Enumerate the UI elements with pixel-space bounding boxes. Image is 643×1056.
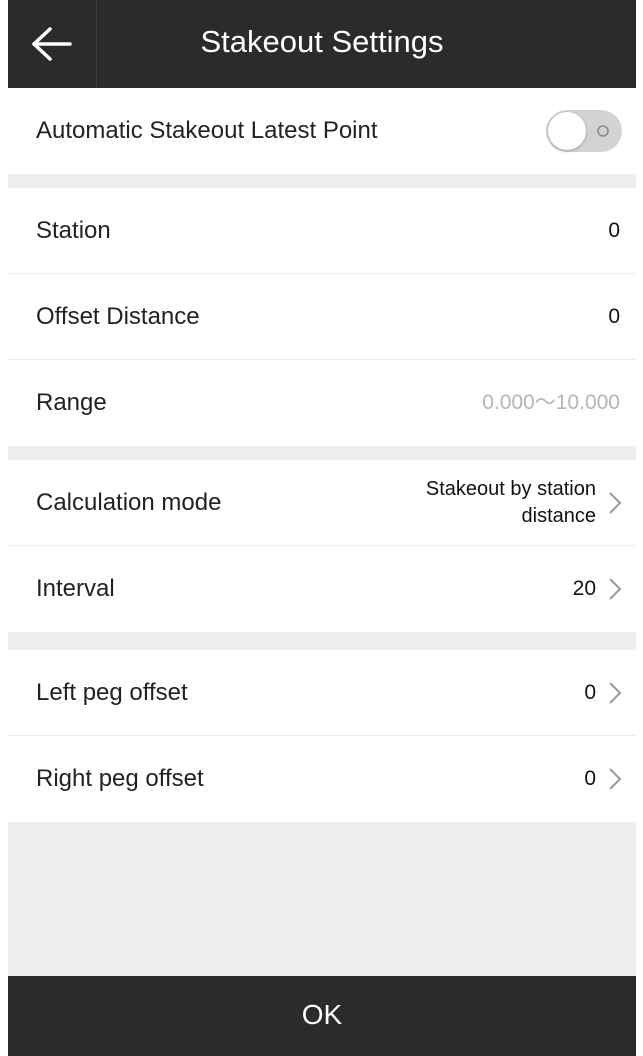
arrow-left-icon bbox=[32, 27, 72, 61]
left-peg-offset-row[interactable]: Left peg offset 0 bbox=[8, 650, 636, 736]
offset-distance-value[interactable]: 0 bbox=[608, 274, 620, 360]
calculation-mode-value-line1: Stakeout by station bbox=[425, 478, 596, 500]
back-button[interactable] bbox=[8, 0, 97, 88]
range-row[interactable]: Range 0.000～10.000 bbox=[8, 360, 636, 446]
offset-distance-label: Offset Distance bbox=[36, 303, 200, 330]
calculation-mode-value-line2: distance bbox=[521, 505, 597, 527]
calculation-mode-value[interactable]: Stakeout by station distance bbox=[426, 476, 596, 530]
calculation-mode-label: Calculation mode bbox=[36, 489, 222, 516]
station-group: Station 0 Offset Distance 0 Range 0.000～… bbox=[8, 188, 636, 446]
chevron-right-icon bbox=[609, 682, 622, 704]
chevron-right-icon bbox=[609, 768, 622, 790]
calculation-mode-row[interactable]: Calculation mode Stakeout by station dis… bbox=[8, 460, 636, 546]
range-input[interactable]: 0.000～10.000 bbox=[482, 360, 620, 446]
page-title: Stakeout Settings bbox=[200, 24, 444, 59]
auto-stakeout-row[interactable]: Automatic Stakeout Latest Point bbox=[8, 88, 636, 174]
ok-button[interactable]: OK bbox=[8, 976, 636, 1056]
right-peg-offset-row[interactable]: Right peg offset 0 bbox=[8, 736, 636, 822]
right-peg-offset-value[interactable]: 0 bbox=[584, 736, 596, 822]
offset-distance-row[interactable]: Offset Distance 0 bbox=[8, 274, 636, 360]
station-row[interactable]: Station 0 bbox=[8, 188, 636, 274]
auto-stakeout-label: Automatic Stakeout Latest Point bbox=[36, 117, 378, 144]
station-value[interactable]: 0 bbox=[608, 188, 620, 274]
chevron-right-icon bbox=[609, 578, 622, 600]
toggle-knob bbox=[548, 112, 586, 150]
station-label: Station bbox=[36, 217, 111, 244]
calculation-group: Calculation mode Stakeout by station dis… bbox=[8, 460, 636, 632]
interval-label: Interval bbox=[36, 575, 115, 602]
chevron-right-icon bbox=[609, 492, 622, 514]
toggle-off-icon bbox=[597, 125, 609, 137]
auto-stakeout-toggle[interactable] bbox=[546, 110, 622, 152]
auto-stakeout-group: Automatic Stakeout Latest Point bbox=[8, 88, 636, 174]
left-peg-offset-value[interactable]: 0 bbox=[584, 650, 596, 736]
title-bar: Stakeout Settings bbox=[8, 0, 636, 88]
left-peg-offset-label: Left peg offset bbox=[36, 679, 188, 706]
right-peg-offset-label: Right peg offset bbox=[36, 765, 204, 792]
interval-row[interactable]: Interval 20 bbox=[8, 546, 636, 632]
stakeout-settings-screen: Stakeout Settings Automatic Stakeout Lat… bbox=[8, 0, 636, 1056]
peg-offset-group: Left peg offset 0 Right peg offset 0 bbox=[8, 650, 636, 822]
range-label: Range bbox=[36, 389, 107, 416]
interval-value[interactable]: 20 bbox=[573, 546, 596, 632]
